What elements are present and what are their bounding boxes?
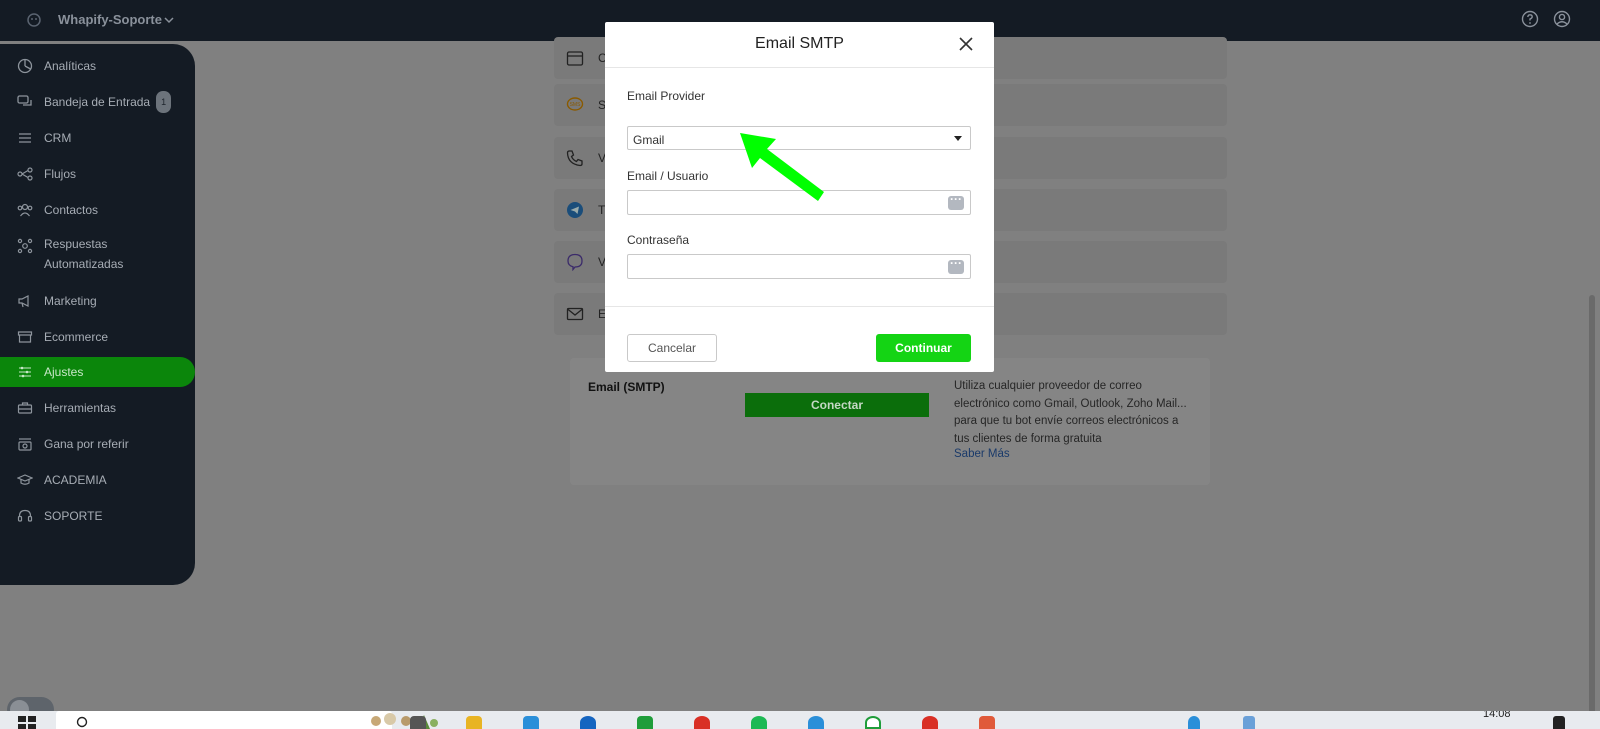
card-title: Email (SMTP) <box>588 380 665 394</box>
sidebar-item-referir[interactable]: Gana por referir <box>0 429 195 459</box>
search-icon <box>76 716 88 728</box>
auto-reply-icon <box>17 238 33 254</box>
sidebar-item-ecommerce[interactable]: Ecommerce <box>0 322 195 352</box>
sidebar-item-soporte[interactable]: SOPORTE <box>0 501 195 531</box>
calendar-icon <box>566 51 584 66</box>
sidebar-item-label: Herramientas <box>44 401 117 415</box>
chart-pie-icon <box>17 58 33 74</box>
user-account-icon[interactable] <box>1553 10 1571 28</box>
sidebar-item-contactos[interactable]: Contactos <box>0 195 195 225</box>
close-icon[interactable] <box>957 35 975 53</box>
unread-count-badge: 1 <box>156 91 172 113</box>
help-icon[interactable] <box>1521 10 1539 28</box>
task-view-icon[interactable] <box>410 716 426 729</box>
weather-icon[interactable] <box>1243 716 1255 729</box>
workspace-name[interactable]: Whapify-Soporte <box>58 12 162 27</box>
provider-selected-value: Gmail <box>633 133 665 147</box>
envelope-icon <box>566 307 584 321</box>
continue-button[interactable]: Continuar <box>876 334 971 362</box>
sidebar-item-ajustes[interactable]: Ajustes <box>0 357 195 387</box>
sidebar: Analíticas Bandeja de Entrada 1 CRM Flujo… <box>0 44 195 585</box>
provider-label: Email Provider <box>627 89 706 103</box>
app-icon-lightblue[interactable] <box>808 716 824 729</box>
learn-more-link[interactable]: Saber Más <box>954 448 1010 460</box>
annotation-arrow-icon <box>740 133 824 201</box>
password-manager-icon[interactable] <box>948 256 964 274</box>
sidebar-item-analiticas[interactable]: Analíticas <box>0 51 195 81</box>
sidebar-item-label: CRM <box>44 131 72 145</box>
telegram-icon <box>567 202 583 218</box>
headset-icon <box>17 509 33 522</box>
sidebar-item-label: Bandeja de Entrada <box>44 95 151 109</box>
users-icon <box>17 203 33 217</box>
toolbox-icon <box>17 402 33 414</box>
search-highlight-icon <box>371 713 438 729</box>
modal-header: Email SMTP <box>605 22 994 68</box>
sidebar-item-label: ACADEMIA <box>44 473 107 487</box>
password-input[interactable] <box>627 254 971 279</box>
sms-icon: SMS <box>566 97 584 111</box>
viber-icon <box>567 253 583 271</box>
powerpoint-icon[interactable] <box>979 716 995 729</box>
caret-down-icon <box>954 136 962 141</box>
password-label: Contraseña <box>627 233 690 247</box>
svg-text:SMS: SMS <box>570 102 582 108</box>
sidebar-item-crm[interactable]: CRM <box>0 123 195 153</box>
chrome-active-icon[interactable] <box>922 716 938 729</box>
chevron-down-icon[interactable] <box>163 14 175 26</box>
tray-app-icon[interactable] <box>1188 716 1200 729</box>
sidebar-item-label: Ecommerce <box>44 330 109 344</box>
card-description: Utiliza cualquier proveedor de correo el… <box>954 380 1187 445</box>
phone-icon <box>566 150 583 167</box>
gift-icon <box>18 438 32 451</box>
edge-browser-icon[interactable] <box>523 716 539 729</box>
taskbar: 14:08 <box>0 711 1600 729</box>
whatsapp-icon[interactable] <box>865 716 881 729</box>
windows-start-icon[interactable] <box>18 716 36 729</box>
cancel-button[interactable]: Cancelar <box>627 334 717 362</box>
modal-title: Email SMTP <box>755 35 844 52</box>
sidebar-item-academia[interactable]: ACADEMIA <box>0 465 195 495</box>
sidebar-item-label: Analíticas <box>44 59 97 73</box>
sidebar-item-label: Marketing <box>44 294 97 308</box>
sidebar-item-bandeja[interactable]: Bandeja de Entrada 1 <box>0 87 195 117</box>
scrollbar[interactable] <box>1589 295 1595 729</box>
password-manager-icon[interactable] <box>948 192 964 210</box>
file-explorer-icon[interactable] <box>466 716 482 729</box>
chrome-icon[interactable] <box>694 716 710 729</box>
modal-divider <box>605 306 994 307</box>
sidebar-item-label: Flujos <box>44 167 77 181</box>
notifications-icon[interactable] <box>1553 716 1565 729</box>
sidebar-item-marketing[interactable]: Marketing <box>0 286 195 316</box>
store-icon <box>17 331 33 343</box>
app-icon-green[interactable] <box>637 716 653 729</box>
flow-icon <box>17 167 33 181</box>
email-user-label: Email / Usuario <box>627 169 709 183</box>
sidebar-item-respuestas[interactable]: Respuestas Automatizadas <box>0 231 195 277</box>
sidebar-item-herramientas[interactable]: Herramientas <box>0 393 195 423</box>
bot-icon <box>27 13 41 27</box>
smtp-card: Email (SMTP) Conectar Utiliza cualquier … <box>570 358 1210 485</box>
sidebar-item-label: Contactos <box>44 203 99 217</box>
taskbar-search[interactable] <box>56 711 438 729</box>
list-icon <box>19 133 31 143</box>
graduation-cap-icon <box>17 474 33 485</box>
megaphone-icon <box>18 295 29 308</box>
sidebar-item-flujos[interactable]: Flujos <box>0 159 195 189</box>
taskbar-clock[interactable]: 14:08 <box>1483 711 1511 720</box>
connect-button[interactable]: Conectar <box>745 393 929 417</box>
sidebar-item-label: SOPORTE <box>44 509 103 523</box>
sidebar-item-label: Gana por referir <box>44 437 129 451</box>
sliders-icon <box>19 366 31 378</box>
sidebar-item-label: Respuestas Automatizadas <box>44 237 124 271</box>
sidebar-item-label: Ajustes <box>44 365 84 379</box>
app-icon-blue[interactable] <box>580 716 596 729</box>
spotify-icon[interactable] <box>751 716 767 729</box>
chat-bubbles-icon <box>17 95 32 106</box>
